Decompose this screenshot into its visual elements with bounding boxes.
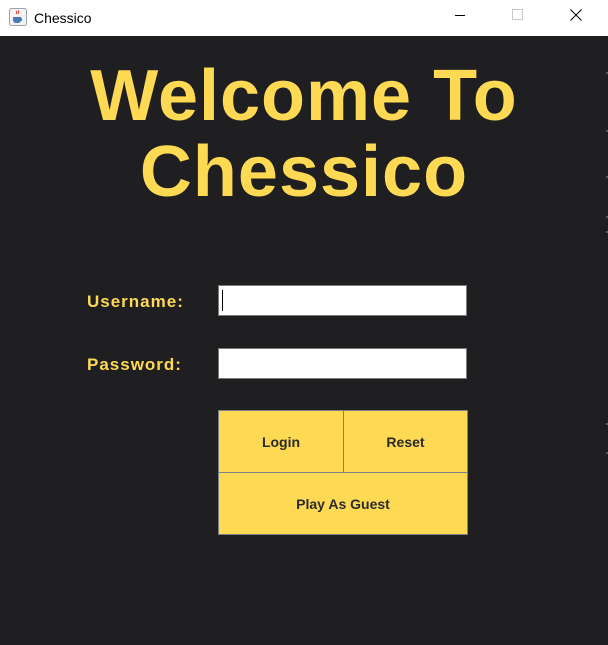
password-label: Password: [87, 355, 182, 374]
heading-line-2: Chessico [139, 132, 469, 212]
username-field[interactable] [218, 285, 467, 316]
welcome-heading: Welcome To Chessico [0, 58, 608, 210]
maximize-button[interactable] [495, 0, 541, 34]
title-bar[interactable]: Chessico [0, 0, 608, 36]
username-label: Username: [87, 292, 184, 311]
maximize-icon [512, 8, 524, 26]
close-icon [570, 8, 582, 26]
java-cup-icon [9, 8, 27, 26]
reset-button[interactable]: Reset [343, 410, 468, 473]
login-window: Chessico Welcome To Chessico Username: P… [0, 0, 608, 645]
close-button[interactable] [553, 0, 599, 34]
login-button[interactable]: Login [218, 410, 344, 473]
play-as-guest-button[interactable]: Play As Guest [218, 472, 468, 535]
heading-line-1: Welcome To [90, 56, 518, 136]
text-caret [222, 290, 223, 311]
password-field[interactable] [218, 348, 467, 379]
window-title: Chessico [34, 10, 92, 26]
minimize-icon [454, 8, 466, 26]
minimize-button[interactable] [437, 0, 483, 34]
